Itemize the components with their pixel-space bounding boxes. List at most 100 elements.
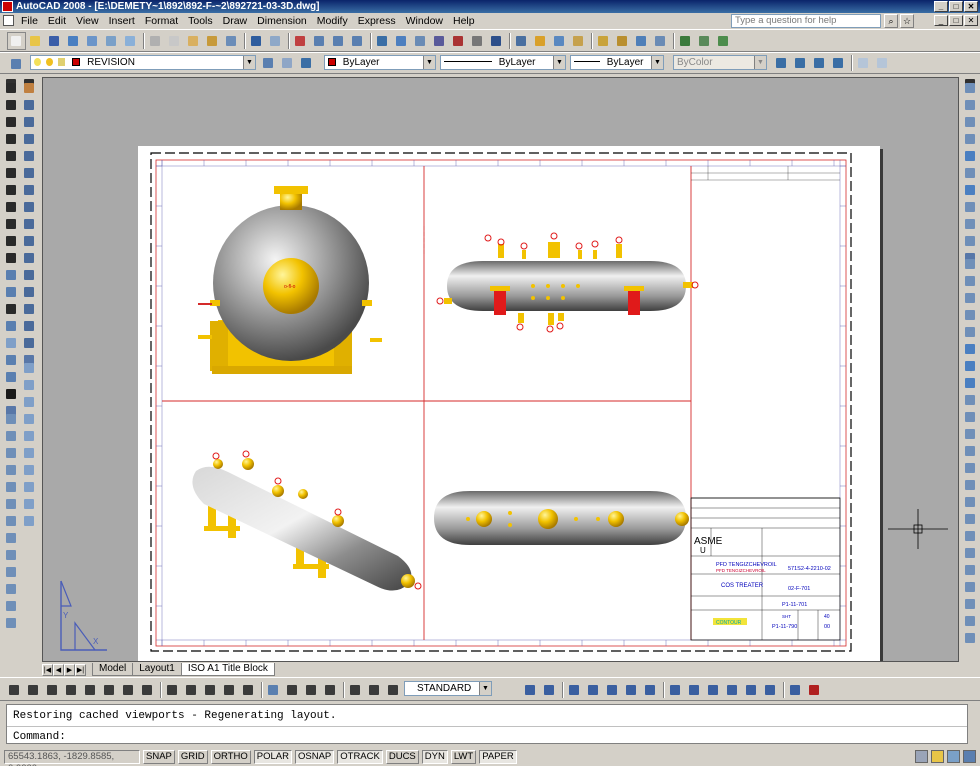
center-mark-icon[interactable] — [284, 682, 301, 698]
scale-icon[interactable] — [22, 199, 36, 216]
dim-edit-icon[interactable] — [347, 682, 364, 698]
radius-dim-icon[interactable] — [82, 682, 99, 698]
sphere-icon[interactable] — [4, 462, 18, 479]
lineweight-dropdown[interactable]: ByLayer ▼ — [570, 55, 664, 70]
tool-c-icon[interactable] — [633, 33, 650, 49]
snap-apparent-icon[interactable] — [585, 682, 602, 698]
revolve-icon[interactable] — [4, 530, 18, 547]
multileader-style-icon[interactable] — [830, 55, 847, 71]
interfere-icon[interactable] — [4, 581, 18, 598]
tab-iso-a1-title-block[interactable]: ISO A1 Title Block — [180, 663, 275, 676]
lock-toolbar-icon[interactable] — [931, 750, 944, 763]
planar-surface-icon[interactable] — [963, 233, 977, 250]
paste-icon[interactable] — [185, 33, 202, 49]
move-icon[interactable] — [22, 165, 36, 182]
menu-dimension[interactable]: Dimension — [252, 13, 312, 29]
rectangle-icon[interactable] — [4, 148, 18, 165]
menu-view[interactable]: View — [71, 13, 104, 29]
join-icon[interactable] — [22, 284, 36, 301]
maximize-button[interactable]: □ — [949, 1, 963, 12]
solid-edit-f-icon[interactable] — [22, 445, 36, 462]
presspull-icon[interactable] — [963, 273, 977, 290]
otrack-toggle[interactable]: OTRACK — [337, 750, 383, 764]
mirror-icon[interactable] — [22, 114, 36, 131]
cylinder-solid-icon[interactable] — [963, 165, 977, 182]
subtract-solid-icon[interactable] — [963, 358, 977, 375]
solid-edit-h-icon[interactable] — [22, 479, 36, 496]
ducs-toggle[interactable]: DUCS — [385, 750, 419, 764]
snap-intersection-icon[interactable] — [566, 682, 583, 698]
snap-to-endpoint-icon[interactable] — [522, 682, 539, 698]
command-prompt[interactable]: Command: — [13, 731, 66, 743]
close-button[interactable]: ✕ — [964, 1, 978, 12]
edit-icon[interactable] — [532, 33, 549, 49]
solid-edit-d-icon[interactable] — [22, 411, 36, 428]
sheet-set-icon[interactable] — [431, 33, 448, 49]
layer-dropdown[interactable]: REVISION ▼ — [30, 55, 256, 70]
polar-toggle[interactable]: POLAR — [253, 750, 292, 764]
inspection-icon[interactable] — [303, 682, 320, 698]
zoom-window-icon[interactable] — [330, 33, 347, 49]
erase-icon[interactable] — [22, 80, 36, 97]
coordinate-readout[interactable]: 65543.1863, -1829.8585, 0.0000 — [4, 750, 140, 766]
extrude-icon[interactable] — [4, 513, 18, 530]
tool-d-icon[interactable] — [652, 33, 669, 49]
grid-toggle[interactable]: GRID — [177, 750, 208, 764]
thicken-icon[interactable] — [963, 477, 977, 494]
osnap-settings-icon[interactable] — [806, 682, 823, 698]
search-icon[interactable]: ⌕ — [884, 14, 898, 28]
snap-toggle[interactable]: SNAP — [143, 750, 175, 764]
calculator-icon[interactable] — [469, 33, 486, 49]
slice-icon[interactable] — [4, 547, 18, 564]
paper-toggle[interactable]: PAPER — [479, 750, 517, 764]
layer-states-icon[interactable] — [298, 55, 315, 71]
construction-line-icon[interactable] — [4, 97, 18, 114]
communication-center-icon[interactable] — [915, 750, 928, 763]
table-icon[interactable] — [4, 369, 18, 386]
pyramid-icon[interactable] — [963, 199, 977, 216]
layer-previous-icon[interactable] — [279, 55, 296, 71]
minimize-button[interactable]: _ — [934, 1, 948, 12]
trim-icon[interactable] — [22, 233, 36, 250]
menu-edit[interactable]: Edit — [43, 13, 71, 29]
chamfer-icon[interactable] — [22, 301, 36, 318]
solid-edit-j-icon[interactable] — [22, 513, 36, 530]
hatch-icon[interactable] — [4, 318, 18, 335]
menu-format[interactable]: Format — [140, 13, 183, 29]
snap-parallel-icon[interactable] — [705, 682, 722, 698]
chevron-down-icon[interactable]: ▼ — [553, 56, 565, 69]
snap-center-icon[interactable] — [623, 682, 640, 698]
dyn-icon[interactable] — [374, 33, 391, 49]
revcloud-icon[interactable] — [4, 199, 18, 216]
last-tab-button[interactable]: ▶| — [75, 664, 86, 676]
pan-icon[interactable] — [292, 33, 309, 49]
dim-text-edit-icon[interactable] — [366, 682, 383, 698]
menu-insert[interactable]: Insert — [104, 13, 140, 29]
ellipse-icon[interactable] — [4, 233, 18, 250]
extrude-solid-icon[interactable] — [963, 256, 977, 273]
box-icon[interactable] — [4, 411, 18, 428]
linear-dim-icon[interactable] — [6, 682, 23, 698]
snap-perpendicular-icon[interactable] — [686, 682, 703, 698]
doc-restore-button[interactable]: □ — [949, 15, 963, 26]
help-icon[interactable] — [488, 33, 505, 49]
tab-model[interactable]: Model — [92, 663, 134, 676]
revolve-solid-icon[interactable] — [963, 307, 977, 324]
loft-icon[interactable] — [963, 324, 977, 341]
snap-none-icon[interactable] — [787, 682, 804, 698]
check-icon[interactable] — [963, 596, 977, 613]
markup-icon[interactable] — [450, 33, 467, 49]
tolerance-icon[interactable] — [265, 682, 282, 698]
drawing-area[interactable]: o-fl-o ASME U PFD TENGIZCHEVROIL PFD TEN… — [42, 77, 959, 662]
document-icon[interactable] — [3, 15, 14, 26]
array-3d-icon[interactable] — [963, 443, 977, 460]
clean-screen-icon[interactable] — [963, 750, 976, 763]
union-icon[interactable] — [4, 598, 18, 615]
menu-window[interactable]: Window — [401, 13, 448, 29]
table-style-icon[interactable] — [811, 55, 828, 71]
solid-edit-b-icon[interactable] — [22, 377, 36, 394]
separate-icon[interactable] — [963, 562, 977, 579]
continue-dim-icon[interactable] — [202, 682, 219, 698]
stretch-icon[interactable] — [551, 33, 568, 49]
layer-manager-icon[interactable] — [8, 56, 25, 72]
